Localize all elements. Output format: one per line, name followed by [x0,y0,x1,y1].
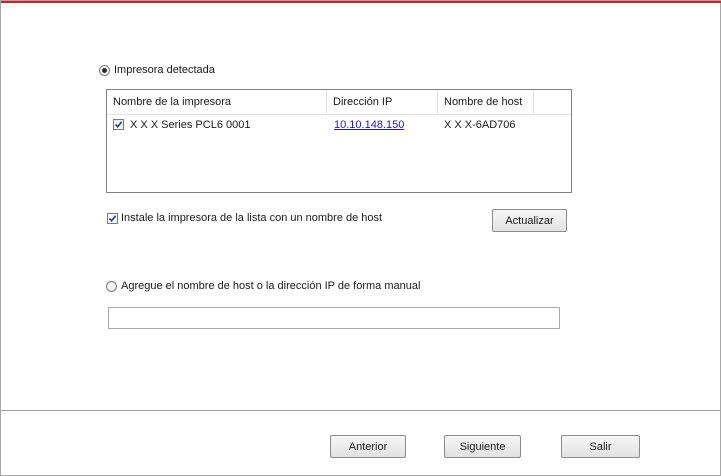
column-header-host-name[interactable]: Nombre de host [438,90,534,114]
column-header-ip-address[interactable]: Dirección IP [327,90,438,114]
column-header-printer-name[interactable]: Nombre de la impresora [107,90,327,114]
detected-printer-radio[interactable] [99,65,110,76]
manual-entry-radio[interactable] [106,281,117,292]
table-row[interactable]: X X X Series PCL6 0001 10.10.148.150 X X… [107,115,571,135]
manual-entry-label: Agregue el nombre de host o la dirección… [121,280,421,292]
footer-divider [1,410,720,411]
checkmark-icon [114,121,123,129]
ip-address-link[interactable]: 10.10.148.150 [334,115,404,135]
host-name-cell: X X X-6AD706 [444,119,516,131]
installer-window: Impresora detectada Nombre de la impreso… [0,0,721,476]
checkmark-icon [108,215,117,223]
back-button[interactable]: Anterior [330,435,406,458]
row-select-checkbox[interactable] [113,119,124,130]
top-accent-bar [1,1,721,3]
refresh-button[interactable]: Actualizar [492,209,567,232]
next-button[interactable]: Siguiente [444,435,521,458]
exit-button[interactable]: Salir [561,435,640,458]
printer-list[interactable]: Nombre de la impresora Dirección IP Nomb… [106,89,572,193]
detected-printer-label: Impresora detectada [114,64,215,76]
install-hostname-label: Instale la impresora de la lista con un … [121,212,383,224]
printer-name-cell: X X X Series PCL6 0001 [130,119,251,131]
manual-address-input[interactable] [108,307,560,329]
install-hostname-checkbox[interactable] [107,213,118,224]
list-header: Nombre de la impresora Dirección IP Nomb… [107,90,571,115]
